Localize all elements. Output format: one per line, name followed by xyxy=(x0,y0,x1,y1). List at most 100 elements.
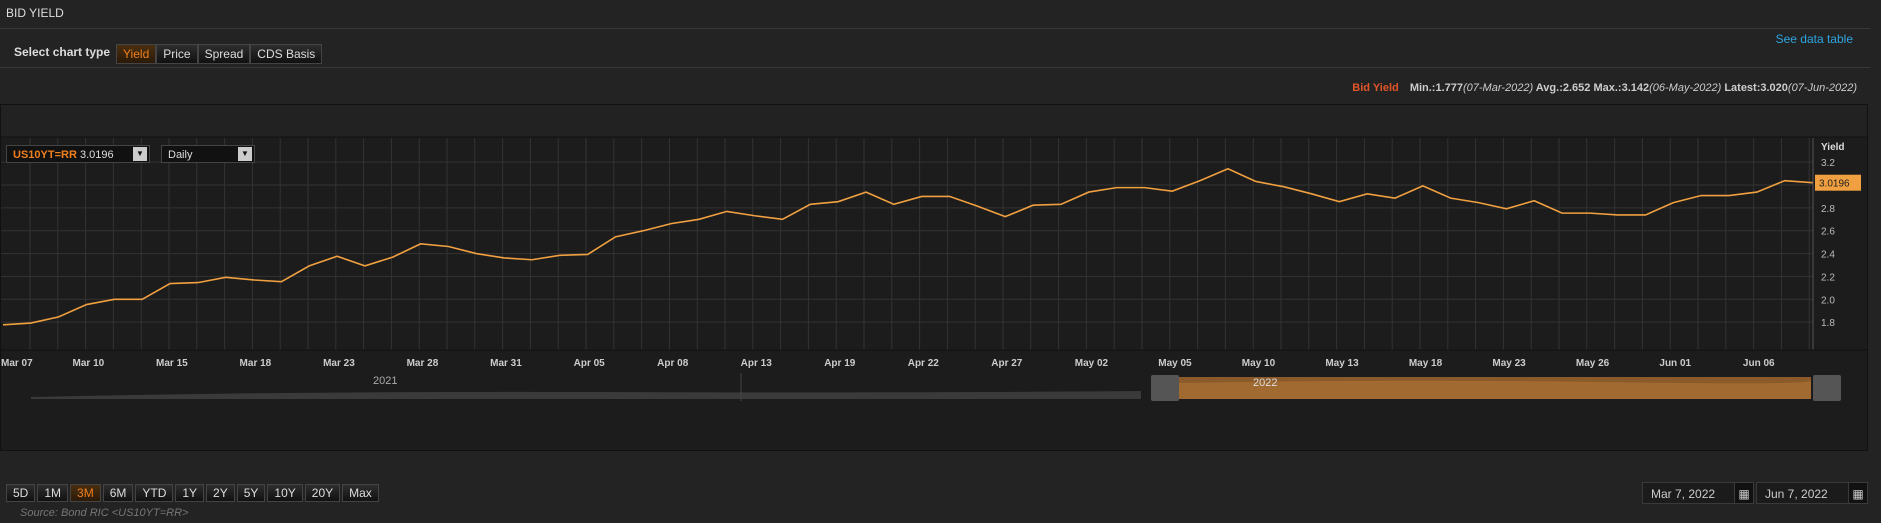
data-point xyxy=(446,244,450,248)
range-buttons: 5D 1M 3M 6M YTD 1Y 2Y 5Y 10Y 20Y Max xyxy=(6,484,379,502)
y-axis-label: Yield xyxy=(1821,142,1845,153)
range-ytd[interactable]: YTD xyxy=(135,484,174,502)
data-point xyxy=(196,281,200,285)
date-to-input[interactable]: Jun 7, 2022 xyxy=(1756,482,1860,504)
range-2y[interactable]: 2Y xyxy=(206,484,235,502)
chart-type-selector: Yield Price Spread CDS Basis xyxy=(116,44,323,64)
stats-avg: Avg.:2.652 xyxy=(1535,82,1591,94)
x-tick-label: Apr 08 xyxy=(657,358,689,369)
data-point xyxy=(1170,189,1174,193)
x-tick-label: Apr 05 xyxy=(574,358,606,369)
data-point xyxy=(112,297,116,301)
data-point xyxy=(252,278,256,282)
range-1m[interactable]: 1M xyxy=(37,484,69,502)
y-tick-label: 3.2 xyxy=(1821,158,1835,169)
chevron-down-icon: ▼ xyxy=(133,147,147,161)
data-point xyxy=(1142,186,1146,190)
data-point xyxy=(1783,179,1787,183)
date-from-input[interactable]: Mar 7, 2022 xyxy=(1642,482,1746,504)
instrument-selector[interactable]: US10YT=RR 3.0196 ▼ xyxy=(6,145,150,163)
data-point xyxy=(1337,200,1341,204)
y-tick-label: 2.0 xyxy=(1821,295,1835,306)
instrument-ric: US10YT=RR xyxy=(13,149,77,161)
range-10y[interactable]: 10Y xyxy=(267,484,303,502)
data-point xyxy=(1115,186,1119,190)
chart-toolbar-area xyxy=(1,105,1867,137)
x-tick-label: Mar 07 xyxy=(1,358,33,369)
data-point xyxy=(29,321,33,325)
data-point xyxy=(948,194,952,198)
chart-type-yield[interactable]: Yield xyxy=(116,44,157,64)
range-20y[interactable]: 20Y xyxy=(304,484,341,502)
y-tick-label: 2.6 xyxy=(1821,227,1835,238)
chart-type-cds-basis[interactable]: CDS Basis xyxy=(250,44,323,64)
navigator-year-label: 2022 xyxy=(1253,377,1277,389)
source-note: Source: Bond RIC <US10YT=RR> xyxy=(20,507,189,519)
data-point xyxy=(1532,199,1536,203)
range-6m[interactable]: 6M xyxy=(102,484,134,502)
range-1y[interactable]: 1Y xyxy=(175,484,205,502)
x-tick-label: Mar 15 xyxy=(156,358,188,369)
navigator-left-handle[interactable] xyxy=(1151,375,1179,401)
data-point xyxy=(1282,185,1286,189)
range-max[interactable]: Max xyxy=(342,484,379,502)
stats-summary: Bid Yield Min.:1.777(07-Mar-2022) Avg.:2… xyxy=(1352,82,1857,94)
range-5d[interactable]: 5D xyxy=(6,484,36,502)
data-point xyxy=(279,280,283,284)
data-point xyxy=(1588,211,1592,215)
x-tick-label: Apr 19 xyxy=(824,358,856,369)
data-point xyxy=(1504,207,1508,211)
x-tick-label: May 02 xyxy=(1075,358,1109,369)
interval-dropdown[interactable]: Daily ▼ xyxy=(161,145,255,163)
stats-latest-date: (07-Jun-2022) xyxy=(1787,82,1857,94)
interval-value: Daily xyxy=(168,149,193,161)
calendar-icon[interactable]: ▦ xyxy=(1734,482,1754,504)
last-value-label: 3.0196 xyxy=(1819,179,1850,190)
data-point xyxy=(391,255,395,259)
x-tick-label: Mar 31 xyxy=(490,358,522,369)
chart-type-spread[interactable]: Spread xyxy=(197,44,251,64)
data-point xyxy=(753,214,757,218)
panel-title: BID YIELD xyxy=(6,6,64,20)
x-tick-label: Apr 27 xyxy=(991,358,1023,369)
data-point xyxy=(586,252,590,256)
navigator-right-handle[interactable] xyxy=(1813,375,1841,401)
x-tick-label: May 05 xyxy=(1158,358,1192,369)
chart-type-price[interactable]: Price xyxy=(156,44,198,64)
y-tick-label: 2.2 xyxy=(1821,272,1835,283)
calendar-icon[interactable]: ▦ xyxy=(1848,482,1868,504)
data-point xyxy=(1644,213,1648,217)
x-tick-label: Apr 13 xyxy=(741,358,773,369)
data-point xyxy=(1,323,5,327)
data-point xyxy=(697,217,701,221)
data-point xyxy=(725,209,729,213)
data-point xyxy=(1699,194,1703,198)
y-tick-label: 2.8 xyxy=(1821,204,1835,215)
data-point xyxy=(502,256,506,260)
stats-min-date: (07-Mar-2022) xyxy=(1463,82,1534,94)
x-tick-label: Mar 10 xyxy=(73,358,105,369)
stats-latest: Latest:3.020 xyxy=(1724,82,1788,94)
range-5y[interactable]: 5Y xyxy=(236,484,266,502)
data-point xyxy=(1059,202,1063,206)
data-point xyxy=(558,253,562,257)
range-3m[interactable]: 3M xyxy=(70,484,101,502)
yield-chart[interactable]: 1.82.02.22.42.62.83.03.2YieldMar 07Mar 1… xyxy=(1,105,1867,450)
data-point xyxy=(224,275,228,279)
data-point xyxy=(975,204,979,208)
x-tick-label: May 13 xyxy=(1325,358,1359,369)
data-point xyxy=(1087,190,1091,194)
data-point xyxy=(1421,184,1425,188)
x-tick-label: Apr 22 xyxy=(908,358,940,369)
data-point xyxy=(1365,192,1369,196)
x-tick-label: Mar 18 xyxy=(240,358,272,369)
see-data-table-link[interactable]: See data table xyxy=(1776,32,1853,46)
data-point xyxy=(1393,196,1397,200)
data-point xyxy=(1727,194,1731,198)
data-point xyxy=(363,264,367,268)
data-point xyxy=(530,258,534,262)
data-point xyxy=(836,200,840,204)
data-point xyxy=(1309,192,1313,196)
plot-area xyxy=(1,138,1813,350)
stats-max: Max.:3.142 xyxy=(1593,82,1650,94)
